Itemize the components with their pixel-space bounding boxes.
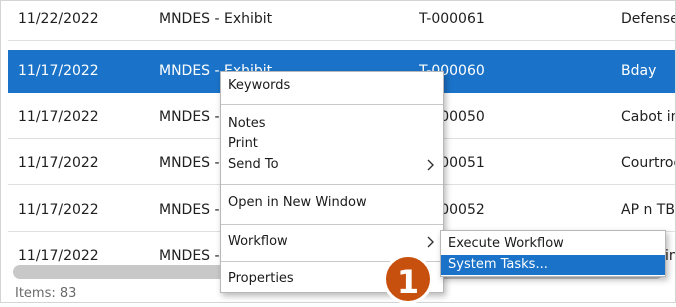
menu-divider [221, 104, 443, 105]
menu-item-label: Workflow [228, 234, 288, 249]
date-cell: 11/22/2022 [18, 11, 99, 27]
step-number-badge: 1 [383, 254, 433, 304]
menu-item-label: Notes [228, 116, 266, 131]
id-cell: T-000051 [419, 155, 485, 171]
menu-item-label: Open in New Window [228, 195, 367, 210]
menu-item-notes[interactable]: Notes [221, 113, 443, 135]
date-cell: 11/17/2022 [18, 63, 99, 79]
description-cell: Cabot in [621, 109, 676, 125]
menu-item-label: Properties [228, 271, 294, 286]
menu-divider [221, 224, 443, 225]
submenu-item-execute-workflow[interactable]: Execute Workflow [441, 234, 665, 254]
menu-item-print[interactable]: Print [221, 133, 443, 155]
description-cell: Bday [621, 63, 657, 79]
id-cell: T-000050 [419, 109, 485, 125]
id-cell: T-000052 [419, 202, 485, 218]
name-cell: MNDES - Exhibit [159, 11, 273, 27]
menu-item-workflow[interactable]: Workflow [221, 231, 443, 253]
chevron-right-icon [425, 154, 437, 176]
menu-item-open-new-window[interactable]: Open in New Window [221, 192, 443, 214]
workflow-submenu: Execute Workflow System Tasks... [440, 230, 666, 277]
chevron-right-icon [425, 231, 437, 253]
menu-item-label: Keywords [228, 78, 291, 93]
date-cell: 11/17/2022 [18, 155, 99, 171]
table-row[interactable]: 11/22/2022 MNDES - Exhibit T-000061 Defe… [8, 1, 676, 41]
menu-item-keywords[interactable]: Keywords [221, 75, 443, 97]
submenu-item-label: System Tasks... [448, 257, 548, 272]
description-cell: Courtroo [621, 155, 676, 171]
date-cell: 11/17/2022 [18, 202, 99, 218]
submenu-item-system-tasks[interactable]: System Tasks... [441, 255, 665, 275]
date-cell: 11/17/2022 [18, 109, 99, 125]
menu-divider [221, 184, 443, 185]
items-count: Items: 83 [15, 286, 77, 301]
menu-item-label: Send To [228, 157, 279, 172]
description-cell: AP n TB [621, 202, 675, 218]
menu-item-send-to[interactable]: Send To [221, 154, 443, 176]
menu-item-label: Print [228, 136, 258, 151]
id-cell: T-000061 [419, 11, 485, 27]
id-cell: T-000060 [419, 63, 485, 79]
submenu-item-label: Execute Workflow [448, 236, 564, 251]
description-cell: Defense - [621, 11, 676, 27]
